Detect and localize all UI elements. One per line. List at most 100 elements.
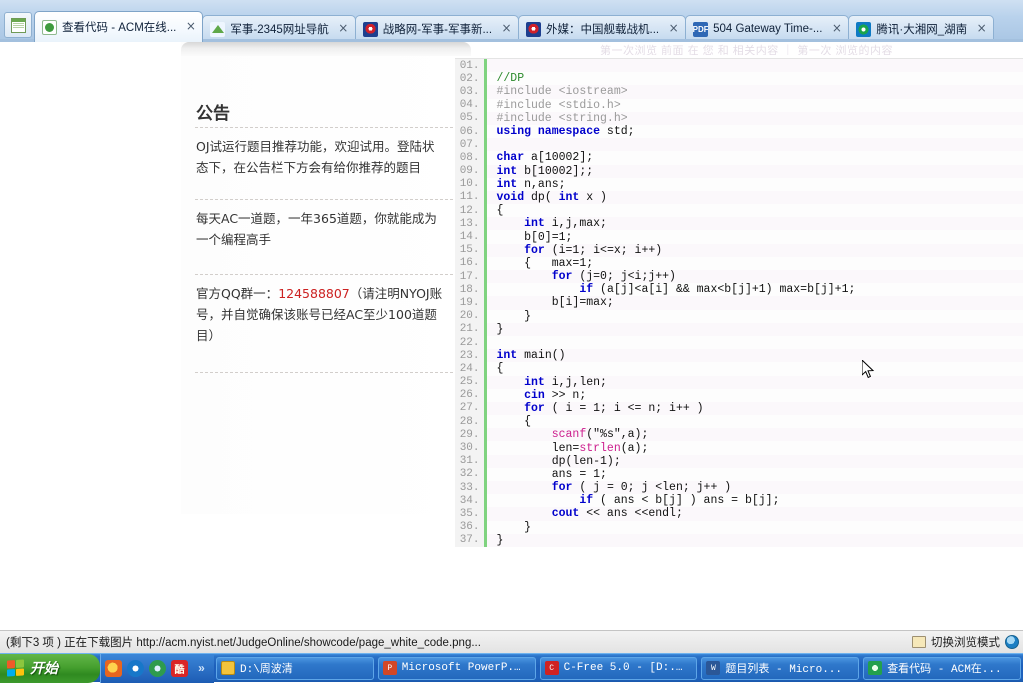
start-button[interactable]: 开始 [0,653,100,683]
code-line-number: 21. [455,322,487,336]
browser-tab-label: 战略网-军事-军事新... [382,24,493,36]
code-line-number: 31. [455,454,487,468]
code-line: 16. { max=1; [455,256,1023,270]
browser-tab-2[interactable]: 军事-2345网址导航 × [202,15,356,42]
start-button-label: 开始 [30,660,58,676]
code-line: 34. if ( ans < b[j] ) ans = b[j]; [455,494,1023,508]
code-line-number: 12. [455,204,487,218]
code-line-number: 22. [455,335,487,350]
qq-prefix: 官方QQ群一： [196,286,279,301]
browser-tab-4[interactable]: 外媒：中国舰载战机... × [518,15,687,42]
code-line-number: 37. [455,533,487,547]
powerpoint-icon: P [382,661,397,675]
code-line-source: #include <string.h> [496,111,628,125]
acm-green-icon [42,19,57,35]
code-line-source: for (j=0; j<i;j++) [551,270,676,284]
code-line-source [485,59,1023,72]
code-line-number: 17. [455,270,487,284]
taskbar-item-3[interactable]: C C-Free 5.0 - [D:... [539,656,698,680]
internet-explorer-icon[interactable] [127,659,144,677]
code-line-number: 14. [455,230,487,244]
code-line-number: 06. [455,124,487,139]
code-line-number: 26. [455,388,487,402]
code-line-number: 08. [455,151,487,165]
code-line-source: int n,ans; [496,177,566,191]
taskbar-item-2[interactable]: P Microsoft PowerP... [377,656,536,680]
code-line-number: 10. [455,177,487,191]
red-app-icon[interactable]: 酷 [171,659,188,677]
code-line-source: for (i=1; i<=x; i++) [524,243,663,257]
code-line: 37.} [455,533,1023,547]
folder-icon [221,661,235,675]
code-line-number: 30. [455,441,487,455]
code-line-source: void dp( int x ) [496,190,607,204]
code-line-number: 11. [455,190,487,205]
browser-tab-3[interactable]: 战略网-军事-军事新... × [354,15,520,42]
code-line: 03. #include <iostream> [455,85,1023,99]
quick-launch-bar: 酷» [100,653,214,683]
code-line-source: int i,j,len; [524,375,607,389]
taskbar-item-1[interactable]: D:\周波清 [216,656,374,680]
code-line-number: 18. [455,283,487,297]
code-line-source: for ( j = 0; j <len; j++ ) [551,481,732,495]
code-line-source [485,336,1023,349]
announcement-qq-text: 官方QQ群一：124588807（请注明NYOJ账号，并自觉确保该账号已经AC至… [196,283,446,346]
code-line-number: 09. [455,164,487,178]
close-icon[interactable]: × [336,21,351,37]
announcement-text-1: OJ试运行题目推荐功能，欢迎试用。登陆状态下，在公告栏下方会有给你推荐的题目 [196,139,435,175]
taskbar-item-5[interactable]: 查看代码 - ACM在... [863,656,1021,680]
close-icon[interactable]: × [829,21,844,37]
code-line: 01. [455,59,1023,73]
close-icon[interactable]: × [666,21,681,37]
green-browser-icon[interactable] [149,659,166,677]
code-line: 06. using namespace std; [455,124,1023,139]
chevron-more-icon[interactable]: » [193,660,210,677]
windows-taskbar: 开始 酷» D:\周波清 P Microsoft PowerP... C C-Free … [0,653,1023,683]
code-line-number: 04. [455,98,487,112]
code-line: 10. int n,ans; [455,177,1023,191]
code-line-source: len=strlen(a); [496,441,649,455]
announcement-separator [195,199,453,200]
browser-icon [868,661,883,675]
code-line-number: 13. [455,217,487,231]
internet-zone-icon[interactable] [1005,635,1019,649]
cfree-icon: C [544,661,559,675]
code-line-source: ans = 1; [496,467,607,481]
code-line: 30. len=strlen(a); [455,441,1023,455]
close-icon[interactable]: × [974,21,989,37]
code-line-number: 19. [455,296,487,310]
close-icon[interactable]: × [183,19,198,35]
code-line: 25. int i,j,len; [455,375,1023,389]
code-line: 14. b[0]=1; [455,230,1023,244]
code-line-number: 15. [455,243,487,257]
taskbar-item-label: D:\周波清 [240,664,293,676]
code-line-number: 27. [455,401,487,416]
close-icon[interactable]: × [499,21,514,37]
code-line: 05. #include <string.h> [455,111,1023,125]
code-line-number: 28. [455,415,487,429]
code-line-number: 24. [455,362,487,376]
code-line-source: for ( i = 1; i <= n; i++ ) [524,401,704,415]
page-content: 第一次浏览 前面 在 您 和 相关内容 ｜ 第一次 浏览的内容 公告 OJ试运行… [0,42,1023,630]
code-line: 15. for (i=1; i<=x; i++) [455,243,1023,257]
code-line: 35. cout << ans <<endl; [455,507,1023,521]
window-restore-icon [10,17,26,33]
announcement-text-2: 每天AC一道题，一年365道题，你就能成为一个编程高手 [196,211,437,247]
window-restore-button[interactable] [4,12,32,38]
code-line-number: 33. [455,481,487,495]
code-line: 29. scanf("%s",a); [455,428,1023,442]
code-line-number: 20. [455,309,487,323]
browser-tab-1[interactable]: 查看代码 - ACM在线... × [34,11,204,42]
code-line-source: int b[10002];; [496,164,594,178]
taskbar-window-buttons: D:\周波清 P Microsoft PowerP... C C-Free 5.0 - … [214,656,1023,680]
code-line-number: 03. [455,85,487,99]
taskbar-item-4[interactable]: W 题目列表 - Micro... [701,656,860,680]
red-target-icon [362,21,378,37]
media-player-icon[interactable] [105,659,122,677]
source-code-viewer[interactable]: 01. 02. //DP 03. #include <iostream> 04. #inc… [455,58,1023,562]
code-line: 22. [455,335,1023,350]
browser-tab-5[interactable]: PDF 504 Gateway Time-... × [685,15,850,42]
browser-tab-6[interactable]: 腾讯·大湘网_湖南 × [848,15,995,42]
code-line-number: 25. [455,375,487,389]
browse-mode-label[interactable]: 切换浏览模式 [931,634,1000,650]
